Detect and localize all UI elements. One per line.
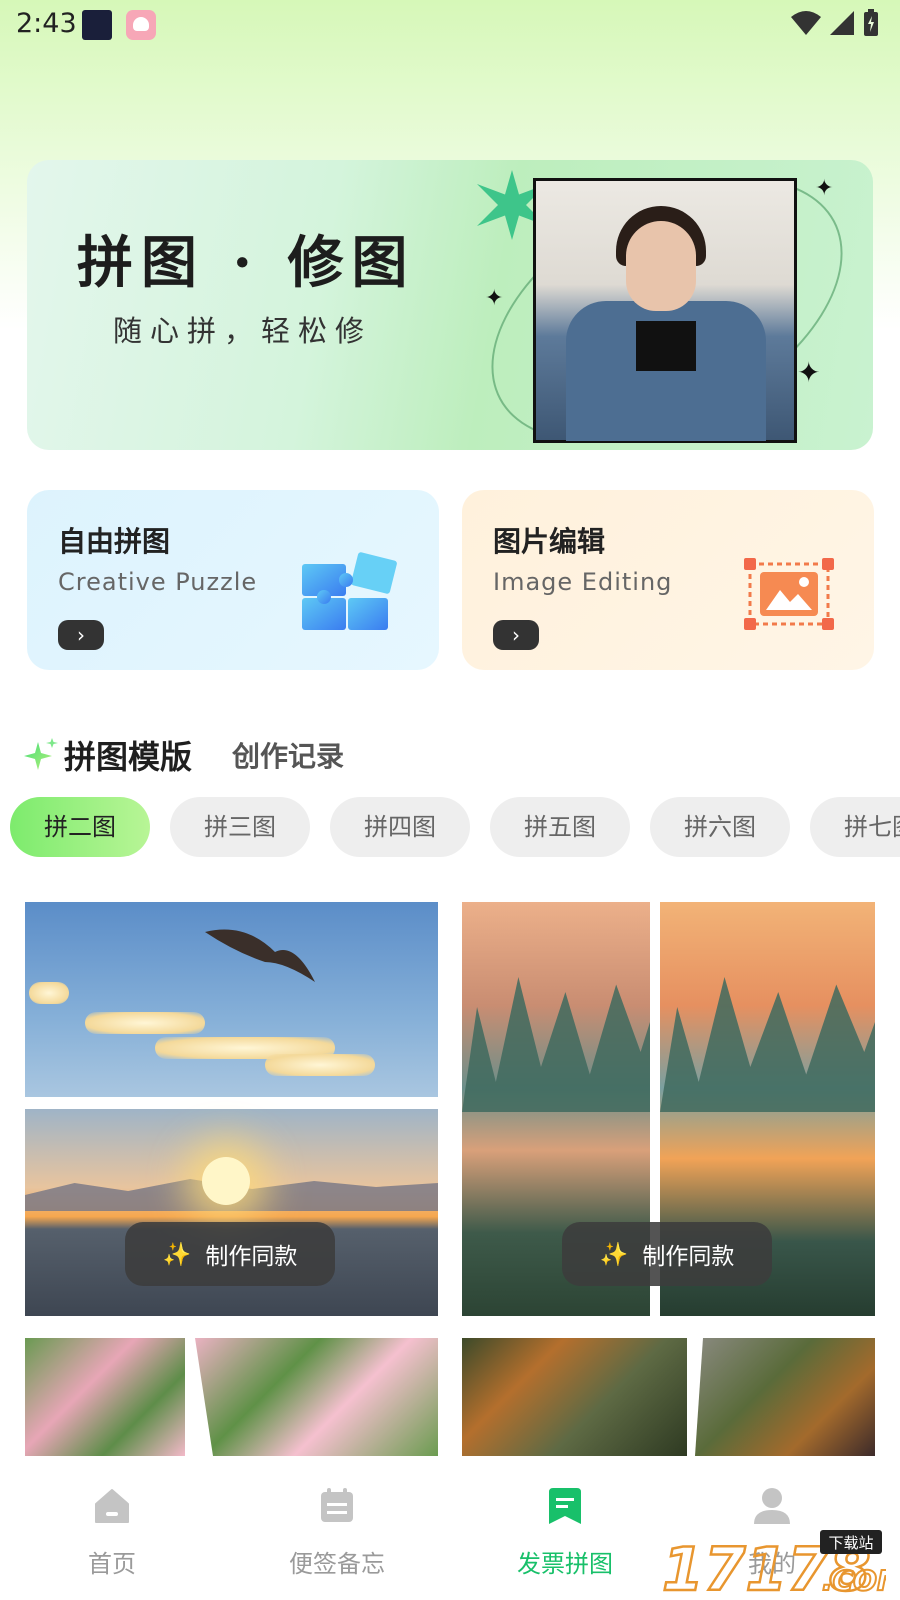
template-image-sky — [25, 902, 438, 1097]
template-card[interactable] — [25, 1338, 438, 1456]
battery-icon — [864, 9, 878, 36]
make-same-label: 制作同款 — [642, 1244, 735, 1270]
status-time: 2:43 — [16, 8, 77, 39]
make-same-button[interactable]: ✨ 制作同款 — [562, 1222, 772, 1286]
seagull-image — [205, 929, 315, 982]
nav-label: 首页 — [88, 1550, 136, 1578]
nav-home[interactable]: 首页 — [42, 1486, 182, 1579]
invoice-icon — [549, 1488, 581, 1524]
sparkle-icon — [24, 738, 58, 770]
make-same-button[interactable]: ✨ 制作同款 — [125, 1222, 335, 1286]
layout-filter-chips: 拼二图拼三图拼四图拼五图拼六图拼七图 — [10, 797, 900, 859]
promo-banner[interactable]: 拼图 · 修图 随心拼，轻松修 ✦ ✦ ✦ — [27, 160, 873, 450]
sparkle-icon: ✨ — [599, 1241, 629, 1268]
status-bar: 2:43 — [0, 0, 900, 50]
notes-icon — [321, 1488, 353, 1522]
nav-invoice-puzzle[interactable]: 发票拼图 — [495, 1486, 635, 1579]
home-icon — [95, 1489, 129, 1523]
banner-subtitle: 随心拼，轻松修 — [113, 314, 373, 348]
sparkle-icon: ✨ — [162, 1241, 192, 1268]
chip-four-images[interactable]: 拼四图 — [330, 797, 470, 857]
chip-seven-images[interactable]: 拼七图 — [810, 797, 900, 857]
banner-photo — [533, 178, 797, 443]
chip-five-images[interactable]: 拼五图 — [490, 797, 630, 857]
tab-puzzle-templates[interactable]: 拼图模版 — [64, 732, 192, 778]
svg-text:下载站: 下载站 — [828, 1534, 873, 1552]
nav-label: 发票拼图 — [517, 1550, 613, 1578]
wifi-icon — [791, 11, 821, 35]
make-same-label: 制作同款 — [205, 1244, 298, 1270]
section-tabs: 拼图模版 创作记录 — [24, 730, 344, 780]
image-editing-card[interactable]: 图片编辑 Image Editing › — [462, 490, 874, 670]
image-edit-icon — [744, 558, 834, 630]
chip-six-images[interactable]: 拼六图 — [650, 797, 790, 857]
template-image-forest-left — [462, 1338, 687, 1456]
template-image-flowers-right — [195, 1338, 438, 1456]
card-title: 图片编辑 — [493, 525, 606, 558]
status-icons — [790, 8, 880, 38]
nav-notes[interactable]: 便签备忘 — [267, 1486, 407, 1579]
template-image-flowers-left — [25, 1338, 185, 1456]
sparkle-icon: ✦ — [797, 356, 821, 389]
svg-text:.COM: .COM — [822, 1564, 886, 1596]
sparkle-icon: ✦ — [485, 286, 504, 311]
template-card[interactable]: ✨ 制作同款 — [462, 902, 875, 1316]
template-card[interactable]: ✨ 制作同款 — [25, 902, 438, 1316]
chip-two-images[interactable]: 拼二图 — [10, 797, 150, 857]
clock-app-icon — [82, 10, 112, 40]
chip-three-images[interactable]: 拼三图 — [170, 797, 310, 857]
creative-puzzle-card[interactable]: 自由拼图 Creative Puzzle › — [27, 490, 439, 670]
card-subtitle: Creative Puzzle — [58, 568, 258, 596]
tab-creation-records[interactable]: 创作记录 — [232, 735, 344, 775]
banner-title: 拼图 · 修图 — [77, 230, 416, 296]
notification-app-icon — [126, 10, 156, 40]
template-card[interactable] — [462, 1338, 875, 1456]
site-watermark-logo: 17178 下载站 .COM — [661, 1528, 900, 1600]
card-subtitle: Image Editing — [493, 568, 673, 596]
template-image-forest-right — [695, 1338, 875, 1456]
card-title: 自由拼图 — [58, 525, 171, 558]
nav-label: 便签备忘 — [289, 1550, 385, 1578]
arrow-right-icon[interactable]: › — [58, 620, 104, 650]
sparkle-icon: ✦ — [815, 176, 834, 201]
arrow-right-icon[interactable]: › — [493, 620, 539, 650]
profile-icon — [754, 1488, 790, 1524]
puzzle-icon — [302, 552, 397, 630]
signal-icon — [830, 11, 854, 35]
